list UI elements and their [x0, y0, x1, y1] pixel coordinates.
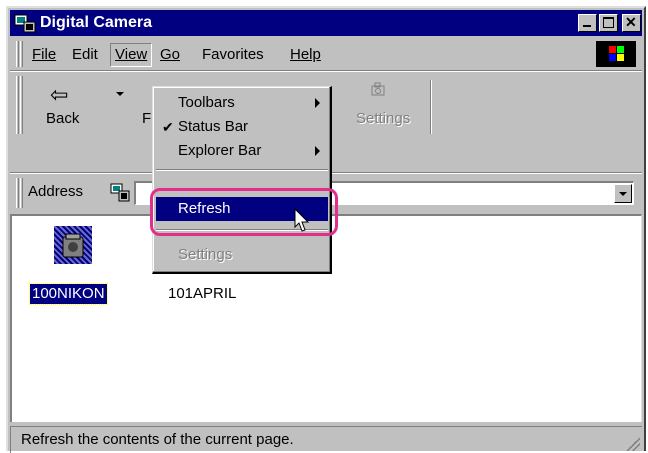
menu-separator — [156, 169, 328, 171]
menu-go-label: Go — [160, 46, 181, 63]
menu-item-label: Toolbars — [178, 94, 235, 111]
menu-help[interactable]: Help — [286, 44, 325, 66]
maximize-icon — [603, 17, 614, 28]
status-bar: Refresh the contents of the current page… — [10, 424, 642, 453]
menubar-grip-2[interactable] — [20, 41, 23, 67]
settings-icon — [370, 82, 388, 100]
resize-grip-icon[interactable] — [626, 437, 640, 451]
maximize-button[interactable] — [599, 14, 618, 32]
minimize-button[interactable] — [578, 14, 597, 32]
minimize-icon — [583, 25, 591, 27]
menu-item-status-bar[interactable]: ✔ Status Bar — [156, 115, 328, 139]
toolbar-grip-2[interactable] — [20, 76, 23, 134]
menu-bar: File Edit View Go Favorites Help — [10, 39, 642, 69]
back-dropdown-icon[interactable] — [116, 92, 124, 96]
submenu-arrow-icon — [315, 98, 320, 108]
address-label: Address — [28, 183, 84, 200]
settings-label: Settings — [356, 110, 411, 127]
menu-favorites-label: Favorites — [202, 46, 264, 63]
menu-view[interactable]: View — [110, 43, 153, 67]
folder-name: 100NIKON — [29, 283, 108, 305]
folder-item-100nikon[interactable]: 100NIKON — [26, 226, 116, 306]
menu-help-label: Help — [290, 46, 321, 63]
menu-go[interactable]: Go — [156, 44, 184, 66]
checkmark-icon: ✔ — [162, 119, 174, 135]
chevron-down-icon — [619, 192, 627, 196]
title-bar[interactable]: Digital Camera ✕ — [10, 10, 642, 36]
menu-edit[interactable]: Edit — [68, 44, 102, 66]
menu-item-explorer-bar[interactable]: Explorer Bar — [156, 139, 328, 163]
menu-file-label: File — [32, 46, 57, 63]
windows-logo-icon — [596, 41, 636, 67]
submenu-arrow-icon — [315, 146, 320, 156]
addressbar-grip[interactable] — [16, 178, 19, 208]
window-title: Digital Camera — [40, 14, 153, 31]
menu-item-label: Explorer Bar — [178, 142, 262, 159]
menu-item-label: Status Bar — [178, 118, 249, 135]
view-menu-dropdown: Toolbars ✔ Status Bar Explorer Bar Refre… — [152, 86, 332, 274]
close-button[interactable]: ✕ — [622, 14, 641, 32]
toolbar-divider — [430, 80, 432, 134]
back-arrow-icon: ⇦ — [50, 82, 69, 107]
menubar-grip[interactable] — [16, 41, 19, 67]
toolbar-grip[interactable] — [16, 76, 19, 134]
menu-item-label: Settings — [178, 246, 233, 263]
forward-label: F — [142, 110, 152, 127]
menu-edit-label: Edit — [72, 46, 98, 63]
menu-favorites[interactable]: Favorites — [198, 44, 268, 66]
address-folder-icon — [110, 182, 130, 202]
folder-name: 101APRIL — [168, 285, 237, 302]
menu-item-toolbars[interactable]: Toolbars — [156, 91, 328, 115]
menu-file[interactable]: File — [28, 44, 60, 66]
camera-folder-icon — [14, 13, 36, 33]
back-button[interactable]: ⇦ Back — [34, 78, 90, 136]
address-dropdown-button[interactable] — [614, 184, 632, 203]
addressbar-grip-2[interactable] — [20, 178, 23, 208]
back-label: Back — [46, 110, 80, 127]
status-text: Refresh the contents of the current page… — [10, 426, 642, 453]
mouse-cursor-icon — [294, 207, 314, 234]
menu-view-label: View — [115, 46, 148, 63]
settings-button: Settings — [346, 78, 412, 136]
menu-item-settings: Settings — [156, 243, 328, 267]
camera-folder-icon — [54, 226, 92, 264]
close-icon: ✕ — [625, 14, 637, 30]
